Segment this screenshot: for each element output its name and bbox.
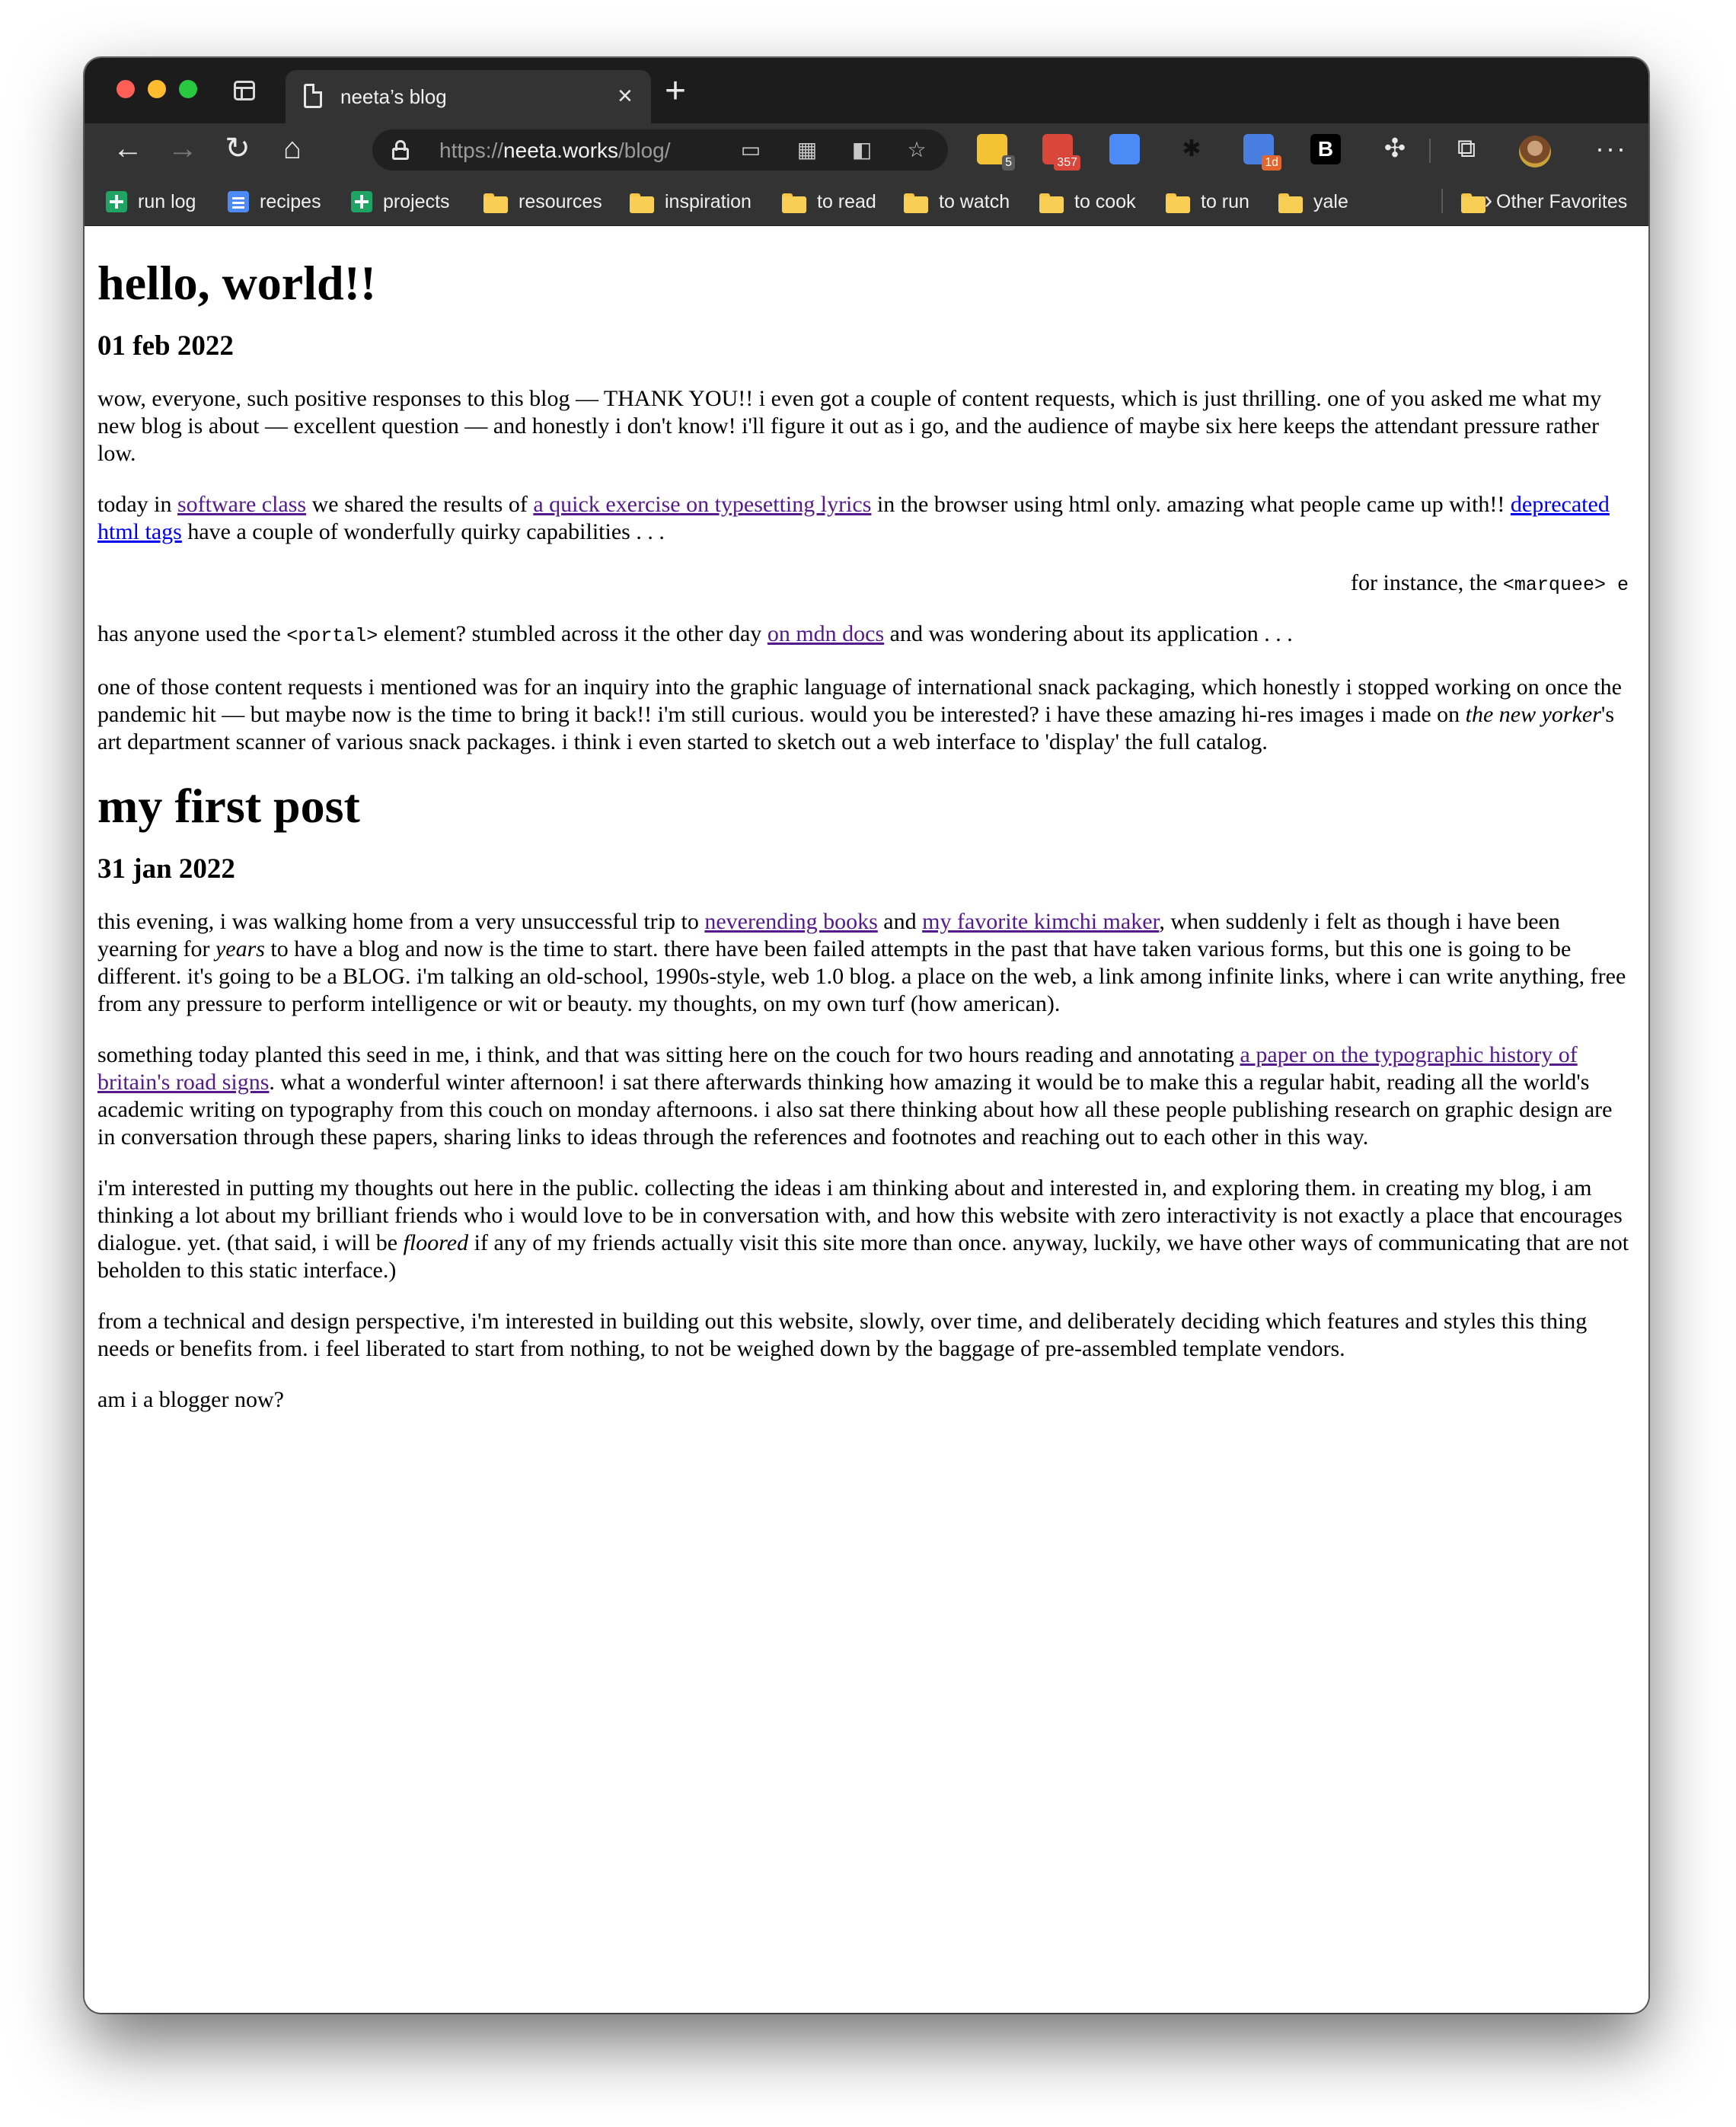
spreadsheet-icon [351, 191, 372, 212]
url-text[interactable]: https://neeta.works/blog/ [439, 139, 671, 163]
post-paragraph: from a technical and design perspective,… [97, 1308, 1588, 1361]
post-date: 31 jan 2022 [97, 853, 235, 885]
post-paragraph: am i a blogger now? [97, 1386, 284, 1412]
link-software-class[interactable]: software class [177, 492, 306, 517]
folder-icon [904, 193, 928, 213]
tab-close-icon[interactable]: × [617, 81, 633, 111]
spreadsheet-icon [106, 191, 127, 212]
folder-icon [1278, 193, 1303, 213]
post-hello-world: hello, world!! 01 feb 2022 wow, everyone… [97, 256, 1635, 756]
page-icon [304, 84, 322, 108]
post-date: 01 feb 2022 [97, 330, 234, 362]
add-favorite-icon[interactable]: ☆ [905, 139, 928, 161]
tab-strip: neeta’s blog × + [85, 58, 1648, 123]
home-icon[interactable]: ⌂ [273, 129, 311, 167]
sticky-notes-extension-icon[interactable]: 5 [977, 134, 1015, 171]
folder-icon [1039, 193, 1064, 213]
bookmark-other-favorites[interactable]: Other Favorites [1461, 190, 1627, 213]
tab-title: neeta’s blog [340, 85, 447, 108]
read-aloud-icon[interactable]: ◧ [850, 139, 873, 161]
minimize-window-button[interactable] [148, 80, 166, 98]
browser-window: neeta’s blog × + ← → ↻ ⌂ https://neeta.w… [85, 58, 1648, 2013]
post-title: hello, world!! [97, 256, 377, 310]
close-window-button[interactable] [116, 80, 135, 98]
extensions-puzzle-icon[interactable]: ✣ [1376, 129, 1414, 167]
asterisk-extension-icon[interactable]: ✱ [1176, 134, 1207, 164]
post-paragraph: one of those content requests i mentione… [97, 674, 1622, 754]
bookmark-to-run[interactable]: to run [1166, 190, 1249, 213]
post-paragraph: wow, everyone, such positive responses t… [97, 385, 1602, 466]
folder-icon [1166, 193, 1190, 213]
bookmark-to-read[interactable]: to read [782, 190, 876, 213]
tab-active[interactable]: neeta’s blog × [286, 70, 651, 123]
bookmarks-bar: run log recipes projects resources inspi… [85, 177, 1648, 226]
link-typesetting-lyrics[interactable]: a quick exercise on typesetting lyrics [533, 492, 871, 517]
app-available-icon[interactable]: ▭ [739, 139, 762, 161]
folder-icon [630, 193, 654, 213]
toolbar: ← → ↻ ⌂ https://neeta.works/blog/ ▭ ▦ ◧ … [85, 123, 1648, 177]
bookmark-inspiration[interactable]: inspiration [630, 190, 752, 213]
translate-extension-icon[interactable] [1109, 134, 1140, 164]
lock-icon[interactable] [392, 140, 409, 160]
post-paragraph: has anyone used the <portal> element? st… [97, 620, 1293, 647]
collections-icon[interactable]: ⧉ [1447, 129, 1485, 167]
new-tab-button[interactable]: + [665, 73, 686, 110]
bookmark-recipes[interactable]: recipes [228, 190, 321, 213]
link-mdn-docs[interactable]: on mdn docs [767, 621, 884, 646]
document-icon [228, 191, 249, 212]
page-content: hello, world!! 01 feb 2022 wow, everyone… [85, 226, 1648, 2013]
post-my-first-post: my first post 31 jan 2022 this evening, … [97, 778, 1635, 1414]
bookmark-to-watch[interactable]: to watch [904, 190, 1010, 213]
toolbar-divider [1429, 139, 1431, 163]
post-paragraph: this evening, i was walking home from a … [97, 908, 1626, 1016]
back-icon[interactable]: ← [109, 129, 147, 167]
post-paragraph: i'm interested in putting my thoughts ou… [97, 1175, 1629, 1283]
refresh-icon[interactable]: ↻ [219, 129, 257, 167]
gmail-extension-icon[interactable]: 357 [1042, 134, 1080, 171]
bookmark-projects[interactable]: projects [351, 190, 450, 213]
zoom-window-button[interactable] [179, 80, 197, 98]
post-title: my first post [97, 778, 360, 833]
bookmark-to-cook[interactable]: to cook [1039, 190, 1136, 213]
folder-icon [1461, 193, 1485, 213]
bookmark-yale[interactable]: yale [1278, 190, 1348, 213]
folder-icon [782, 193, 806, 213]
collections-grid-icon[interactable]: ▦ [796, 139, 819, 161]
tab-actions-icon[interactable] [234, 81, 255, 100]
bookmark-run-log[interactable]: run log [106, 190, 196, 213]
folder-icon [483, 193, 508, 213]
post-paragraph: today in software class we shared the re… [97, 491, 1610, 544]
calendar-extension-icon[interactable]: 1d [1243, 134, 1281, 171]
link-kimchi-maker[interactable]: my favorite kimchi maker [922, 909, 1159, 934]
post-paragraph: something today planted this seed in me,… [97, 1041, 1613, 1150]
bookmarks-divider [1441, 189, 1443, 213]
link-neverending-books[interactable]: neverending books [704, 909, 877, 934]
more-options-icon[interactable]: ··· [1595, 132, 1627, 164]
bookmark-resources[interactable]: resources [483, 190, 602, 213]
bold-extension-icon[interactable]: B [1310, 134, 1341, 164]
profile-avatar[interactable] [1519, 136, 1551, 167]
marquee-text: for instance, the <marquee> e [1351, 569, 1629, 596]
address-bar[interactable]: https://neeta.works/blog/ ▭ ▦ ◧ ☆ [372, 129, 948, 171]
forward-icon[interactable]: → [164, 129, 202, 167]
